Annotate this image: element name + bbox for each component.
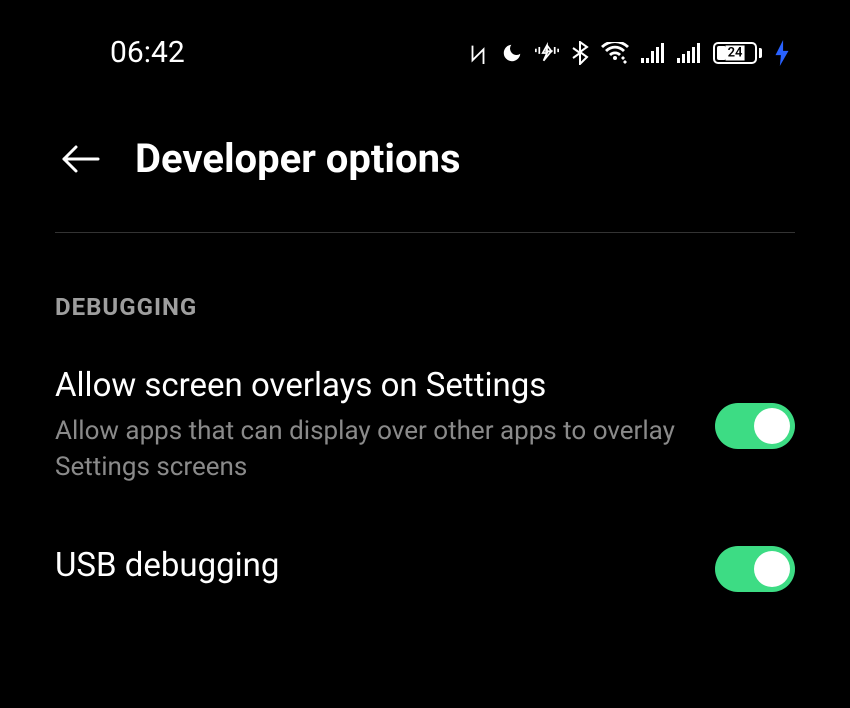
setting-text: USB debugging	[55, 546, 685, 593]
toggle-thumb	[754, 551, 790, 587]
debugging-section: DEBUGGING Allow screen overlays on Setti…	[0, 233, 850, 593]
charging-bolt-icon	[774, 40, 790, 66]
bluetooth-icon	[571, 41, 589, 65]
setting-overlays[interactable]: Allow screen overlays on Settings Allow …	[55, 366, 795, 486]
status-time: 06:42	[110, 35, 185, 70]
page-header: Developer options	[0, 80, 850, 232]
setting-subtitle: Allow apps that can display over other a…	[55, 413, 685, 486]
setting-usb-debugging[interactable]: USB debugging	[55, 546, 795, 593]
usb-debugging-toggle[interactable]	[715, 546, 795, 592]
back-button[interactable]	[60, 144, 100, 174]
signal-icon-2	[677, 43, 701, 63]
toggle-thumb	[754, 408, 790, 444]
signal-icon-1	[641, 43, 665, 63]
page-title: Developer options	[135, 135, 461, 182]
vibrate-icon	[535, 42, 559, 64]
setting-title: USB debugging	[55, 546, 685, 585]
wifi-icon	[601, 42, 629, 64]
status-icons: 24	[467, 40, 790, 66]
setting-title: Allow screen overlays on Settings	[55, 366, 685, 405]
setting-text: Allow screen overlays on Settings Allow …	[55, 366, 685, 486]
status-bar: 06:42	[0, 0, 850, 80]
dnd-moon-icon	[501, 42, 523, 64]
battery-percent: 24	[726, 45, 745, 60]
battery-indicator: 24	[713, 42, 762, 64]
nfc-icon	[467, 42, 489, 64]
section-header: DEBUGGING	[55, 293, 795, 321]
overlays-toggle[interactable]	[715, 403, 795, 449]
